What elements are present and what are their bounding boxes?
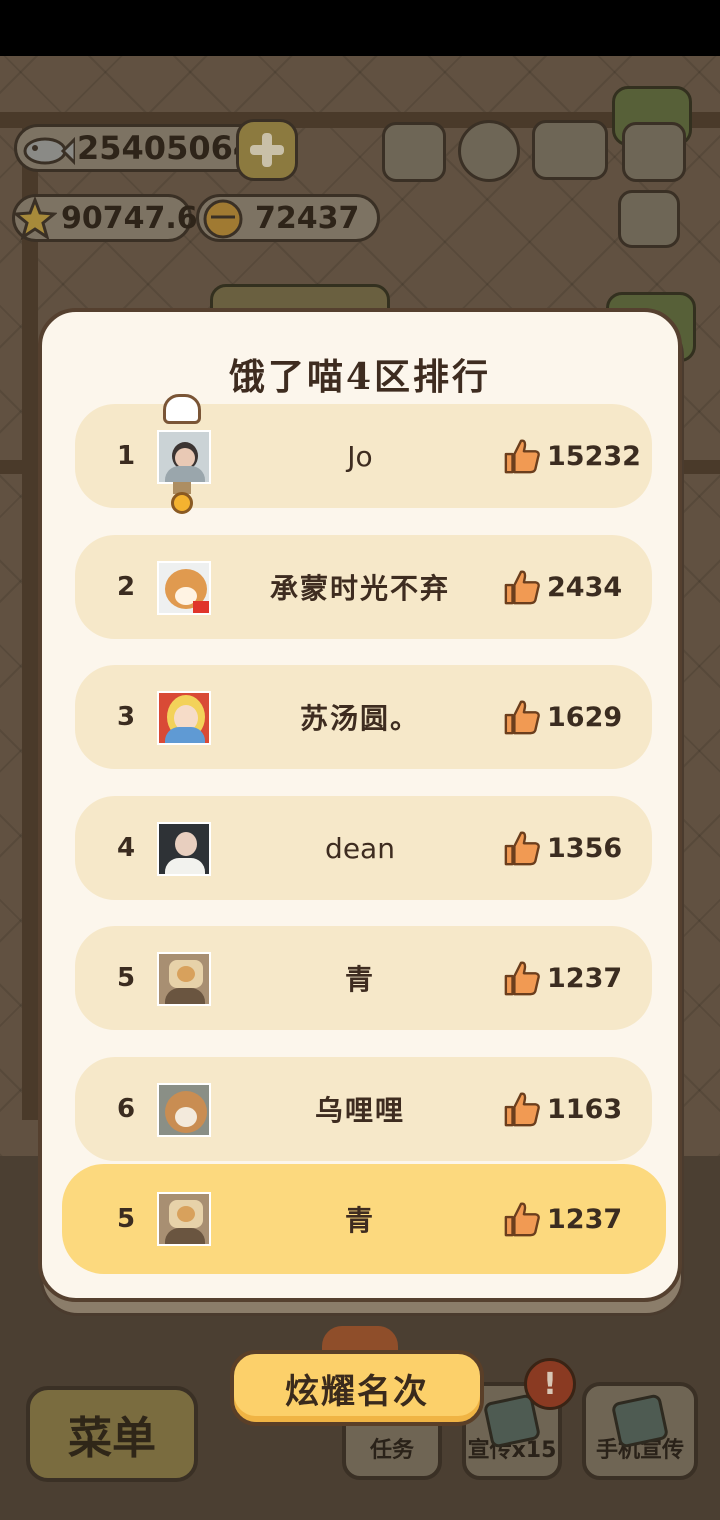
avatar <box>157 691 211 745</box>
likes-count: 1237 <box>503 1164 622 1274</box>
avatar <box>157 561 211 615</box>
leaderboard-row[interactable]: 3 苏汤圆。 1629 <box>75 665 652 769</box>
thumbs-up-icon <box>504 570 540 605</box>
my-rank-row[interactable]: 5 青 1237 <box>62 1164 666 1274</box>
thumbs-up-icon <box>504 1092 540 1127</box>
player-name: 青 <box>344 1204 375 1237</box>
star-icon <box>12 195 58 241</box>
avatar <box>157 1083 211 1137</box>
avatar <box>157 822 211 876</box>
likes-count: 1629 <box>503 665 622 769</box>
thumbs-up-icon <box>504 831 540 866</box>
show-off-rank-button[interactable]: 炫耀名次 <box>230 1350 484 1426</box>
thumbs-up-icon <box>504 1202 540 1237</box>
leaderboard-row[interactable]: 1 Jo 15232 <box>75 394 652 514</box>
thumbs-up-icon <box>504 700 540 735</box>
menu-button[interactable]: 菜单 <box>26 1386 198 1482</box>
tasks-label: 任务 <box>369 1438 414 1463</box>
likes-value: 1356 <box>547 832 623 864</box>
likes-value: 1237 <box>547 1203 623 1235</box>
ranking-icon[interactable] <box>382 122 446 182</box>
alert-badge: ! <box>524 1358 576 1410</box>
player-name: dean <box>325 831 395 865</box>
player-name: 乌哩哩 <box>314 1094 405 1127</box>
rank-number: 1 <box>116 441 136 471</box>
likes-count: 2434 <box>503 535 622 639</box>
bell-counter: 72437 <box>196 194 380 242</box>
fish-icon <box>23 129 77 167</box>
book-icon[interactable] <box>532 120 608 180</box>
player-name: Jo <box>347 439 373 473</box>
gear-icon[interactable] <box>458 120 520 182</box>
rank-number: 5 <box>116 963 136 993</box>
chef-hat-icon <box>163 394 201 424</box>
leaderboard-row[interactable]: 2 承蒙时光不弃 2434 <box>75 535 652 639</box>
phone-promote-button[interactable]: 手机宣传 <box>582 1382 698 1480</box>
star-amount: 90747.6 <box>61 200 198 236</box>
gold-medal-icon <box>171 492 193 514</box>
likes-value: 2434 <box>547 571 623 603</box>
rank-number: 2 <box>116 572 136 602</box>
player-name: 青 <box>344 963 375 996</box>
star-counter: 90747.6 <box>12 194 198 242</box>
leaderboard-row[interactable]: 5 青 1237 <box>75 926 652 1030</box>
flag-icon <box>193 601 209 613</box>
avatar <box>157 952 211 1006</box>
notice-board-icon[interactable] <box>618 190 680 248</box>
status-bar <box>0 0 720 56</box>
likes-value: 15232 <box>547 440 641 472</box>
leaderboard-row[interactable]: 6 乌哩哩 1163 <box>75 1057 652 1161</box>
player-name: 承蒙时光不弃 <box>269 572 450 605</box>
thumbs-up-icon <box>504 961 540 996</box>
likes-count: 1163 <box>503 1057 622 1161</box>
left-post <box>22 120 38 1120</box>
fish-amount: 25405064 <box>77 129 256 167</box>
likes-value: 1629 <box>547 701 623 733</box>
likes-count: 15232 <box>503 404 641 508</box>
player-name: 苏汤圆。 <box>299 702 420 735</box>
rank-number: 4 <box>116 833 136 863</box>
bell-icon <box>201 197 243 239</box>
bell-amount: 72437 <box>255 200 360 236</box>
camera-icon[interactable] <box>622 122 686 182</box>
leaderboard-modal: 饿了喵4区排行 1 Jo 15232 2 承蒙时光不弃 2434 3 苏汤圆。 … <box>38 308 682 1302</box>
likes-count: 1356 <box>503 796 622 900</box>
rank-number: 3 <box>116 702 136 732</box>
leaderboard-row[interactable]: 4 dean 1356 <box>75 796 652 900</box>
fish-counter: 25405064 <box>14 124 264 172</box>
modal-title: 饿了喵4区排行 <box>228 356 492 398</box>
rank-number: 5 <box>116 1204 136 1234</box>
rank-number: 6 <box>116 1094 136 1124</box>
avatar <box>157 1192 211 1246</box>
likes-count: 1237 <box>503 926 622 1030</box>
likes-value: 1163 <box>547 1093 623 1125</box>
thumbs-up-icon <box>504 439 540 474</box>
avatar <box>157 430 211 484</box>
add-fish-button[interactable] <box>236 119 298 181</box>
likes-value: 1237 <box>547 962 623 994</box>
